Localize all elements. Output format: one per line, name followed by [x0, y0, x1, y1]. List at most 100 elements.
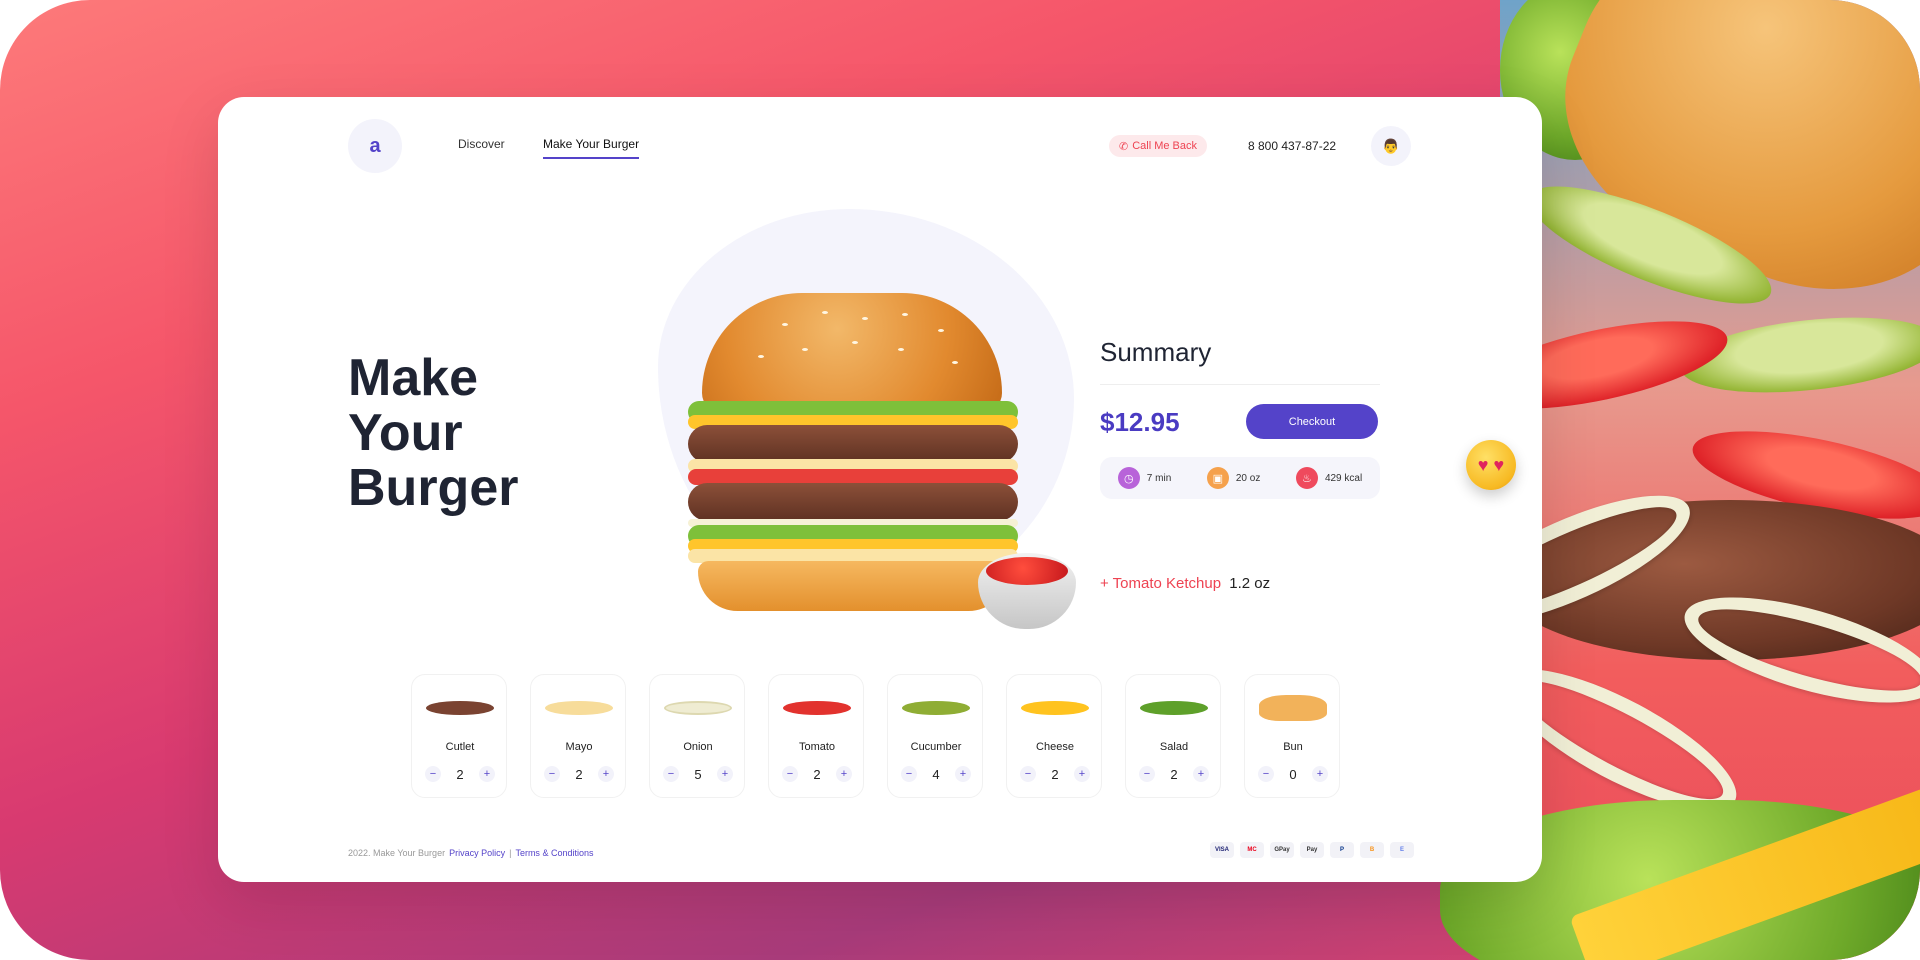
bun-icon [1259, 695, 1327, 721]
increment-button[interactable]: + [1192, 766, 1209, 782]
patty-layer [688, 425, 1018, 463]
stats-panel: ◷ 7 min ▣ 20 oz ♨ 429 kcal [1100, 457, 1380, 499]
google-pay-icon: GPay [1270, 842, 1294, 858]
sesame-seed [758, 355, 764, 358]
ingredient-name: Salad [1159, 741, 1189, 753]
sesame-seed [898, 348, 904, 351]
decrement-button[interactable]: − [782, 766, 798, 782]
increment-button[interactable]: + [478, 766, 495, 782]
total-price: $12.95 [1100, 407, 1180, 437]
title-line: Make [348, 349, 479, 407]
payment-methods: VISA MC GPay Pay P B E [1210, 842, 1414, 858]
decrement-button[interactable]: − [425, 766, 441, 782]
user-emoji-icon: 👨 [1382, 137, 1400, 154]
sesame-seed [782, 323, 788, 326]
call-me-back-button[interactable]: ✆ Call Me Back [1109, 135, 1208, 157]
bun-bottom [698, 561, 1008, 611]
sesame-seed [952, 361, 958, 364]
privacy-policy-link[interactable]: Privacy Policy [449, 848, 505, 858]
increment-button[interactable]: + [1311, 766, 1328, 782]
patty-layer [688, 483, 1018, 521]
phone-number: 8 800 437-87-22 [1248, 139, 1337, 153]
sesame-seed [852, 341, 858, 344]
ingredient-card: Onion − 5 + [649, 674, 745, 798]
decrement-button[interactable]: − [901, 766, 917, 782]
stat-time-value: 7 min [1146, 472, 1172, 484]
quantity-value: 2 [456, 766, 464, 782]
sesame-seed [902, 313, 908, 316]
decrement-button[interactable]: − [1258, 766, 1274, 782]
sesame-seed [802, 348, 808, 351]
onion-icon [664, 701, 732, 715]
sesame-seed [822, 311, 828, 314]
quantity-stepper: − 2 + [782, 764, 852, 784]
user-avatar[interactable]: 👨 [1371, 126, 1411, 166]
divider [1100, 384, 1380, 385]
increment-button[interactable]: + [1073, 766, 1090, 782]
ingredient-card: Bun − 0 + [1244, 674, 1340, 798]
decrement-button[interactable]: − [1020, 766, 1036, 782]
cutlet-icon [426, 701, 494, 715]
page-title: Make Your Burger [348, 351, 608, 516]
ingredient-card: Cucumber − 4 + [887, 674, 983, 798]
visa-icon: VISA [1210, 842, 1234, 858]
quantity-stepper: − 4 + [901, 764, 971, 784]
title-line: Burger [348, 459, 519, 517]
heart-eyes-emoji-icon: ♥ ♥ [1466, 440, 1516, 490]
quantity-stepper: − 2 + [544, 764, 614, 784]
extra-item-qty: 1.2 oz [1229, 575, 1271, 592]
extra-item-name[interactable]: + Tomato Ketchup [1100, 575, 1221, 592]
decrement-button[interactable]: − [1139, 766, 1155, 782]
quantity-value: 2 [1051, 766, 1059, 782]
decrement-button[interactable]: − [663, 766, 679, 782]
clock-icon: ◷ [1117, 467, 1140, 489]
quantity-stepper: − 2 + [425, 764, 495, 784]
bun-top [702, 293, 1002, 413]
ingredient-name: Cheese [1036, 741, 1074, 753]
cheese-icon [1021, 701, 1089, 715]
quantity-value: 0 [1289, 766, 1297, 782]
title-line: Your [348, 404, 463, 462]
ingredient-card: Cutlet − 2 + [411, 674, 507, 798]
increment-button[interactable]: + [835, 766, 852, 782]
phone-icon: ✆ [1119, 140, 1129, 153]
mastercard-icon: MC [1240, 842, 1264, 858]
terms-link[interactable]: Terms & Conditions [515, 848, 593, 858]
cucumber-icon [902, 701, 970, 715]
quantity-stepper: − 2 + [1020, 764, 1090, 784]
apple-pay-icon: Pay [1300, 842, 1324, 858]
summary-title: Summary [1100, 337, 1212, 367]
checkout-button[interactable]: Checkout [1246, 404, 1378, 439]
sesame-seed [862, 317, 868, 320]
stat-calories: ♨ 429 kcal [1295, 467, 1362, 489]
quantity-value: 2 [575, 766, 583, 782]
mayo-icon [545, 701, 613, 715]
quantity-value: 2 [1170, 766, 1178, 782]
nav-discover[interactable]: Discover [458, 137, 505, 151]
ingredient-card: Mayo − 2 + [530, 674, 626, 798]
increment-button[interactable]: + [597, 766, 614, 782]
weight-icon: ▣ [1206, 467, 1229, 489]
increment-button[interactable]: + [716, 766, 733, 782]
ingredient-card: Tomato − 2 + [768, 674, 864, 798]
sesame-seed [938, 329, 944, 332]
extra-item: + Tomato Ketchup 1.2 oz [1100, 575, 1270, 592]
quantity-stepper: − 0 + [1258, 764, 1328, 784]
nav-make-your-burger[interactable]: Make Your Burger [543, 137, 640, 159]
quantity-stepper: − 5 + [663, 764, 733, 784]
tomato-icon [783, 701, 851, 715]
ingredient-name: Tomato [798, 741, 836, 753]
decrement-button[interactable]: − [544, 766, 560, 782]
ingredient-name: Mayo [565, 741, 593, 753]
burger-illustration [688, 293, 1018, 623]
logo[interactable]: a [348, 119, 402, 173]
quantity-stepper: − 2 + [1139, 764, 1209, 784]
ingredient-name: Cutlet [445, 741, 475, 753]
increment-button[interactable]: + [954, 766, 971, 782]
ingredient-list: Cutlet − 2 + Mayo − 2 + Onion − 5 + Toma… [411, 674, 1340, 798]
ethereum-icon: E [1390, 842, 1414, 858]
stat-weight: ▣ 20 oz [1206, 467, 1260, 489]
quantity-value: 5 [694, 766, 702, 782]
quantity-value: 2 [813, 766, 821, 782]
call-me-back-label: Call Me Back [1132, 140, 1198, 152]
